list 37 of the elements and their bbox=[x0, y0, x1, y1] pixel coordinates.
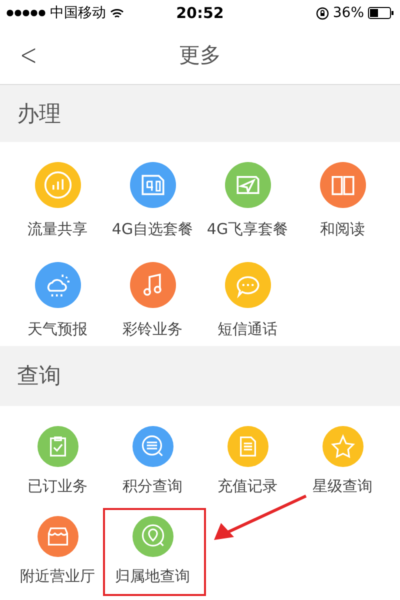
item-label[interactable]: 彩铃业务 bbox=[122, 320, 182, 339]
battery-icon bbox=[368, 7, 394, 19]
item-label[interactable]: 附近营业厅 bbox=[20, 567, 95, 586]
app-icon[interactable] bbox=[34, 426, 80, 467]
app-icon[interactable] bbox=[34, 162, 80, 208]
app-icon[interactable] bbox=[320, 162, 366, 208]
item-label[interactable]: 流量共享 bbox=[28, 220, 88, 239]
back-button[interactable]: < bbox=[16, 38, 40, 73]
app-icon[interactable] bbox=[320, 426, 366, 467]
app-icon[interactable] bbox=[130, 262, 176, 308]
app-icon[interactable] bbox=[224, 262, 270, 308]
app-icon[interactable] bbox=[34, 516, 80, 557]
item-label[interactable]: 4G自选套餐 bbox=[112, 220, 194, 239]
app-icon[interactable] bbox=[224, 426, 270, 467]
item-label[interactable]: 星级查询 bbox=[312, 477, 372, 496]
item-label[interactable]: 4G飞享套餐 bbox=[206, 220, 288, 239]
item-label[interactable]: 短信通话 bbox=[218, 320, 278, 339]
signal-icon bbox=[6, 9, 46, 17]
carrier-name: 中国移动 bbox=[50, 4, 106, 22]
item-label[interactable]: 归属地查询 bbox=[115, 567, 190, 586]
clock-time: 20:52 bbox=[176, 4, 224, 22]
item-label[interactable]: 已订业务 bbox=[28, 477, 88, 496]
battery-percentage: 36% bbox=[332, 5, 364, 21]
item-label[interactable]: 天气预报 bbox=[28, 320, 88, 339]
rotation-lock-icon bbox=[316, 6, 329, 20]
app-icon[interactable] bbox=[34, 262, 80, 308]
section-header: 查询 bbox=[0, 346, 400, 406]
app-icon[interactable] bbox=[130, 516, 176, 557]
app-icon[interactable] bbox=[224, 162, 270, 208]
app-icon[interactable] bbox=[130, 426, 176, 467]
section-header: 办理 bbox=[0, 85, 400, 142]
item-label[interactable]: 和阅读 bbox=[320, 220, 365, 239]
item-label[interactable]: 积分查询 bbox=[122, 477, 182, 496]
item-label[interactable]: 充值记录 bbox=[218, 477, 278, 496]
app-icon[interactable] bbox=[130, 162, 176, 208]
page-title: 更多 bbox=[179, 42, 221, 69]
wifi-icon bbox=[110, 8, 124, 18]
